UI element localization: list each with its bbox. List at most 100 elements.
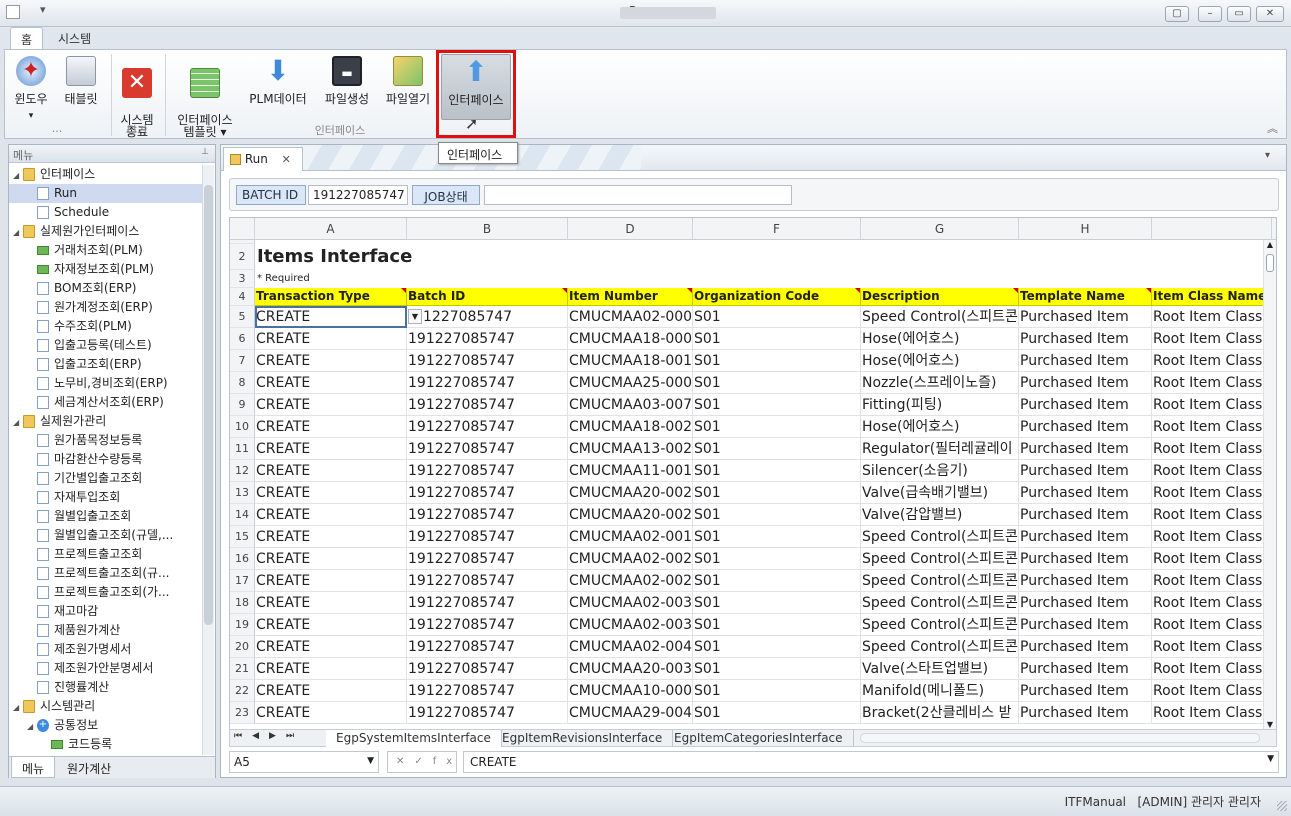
row-header[interactable]: 23: [230, 702, 255, 724]
grid-cell[interactable]: S01: [693, 394, 861, 416]
grid-cell[interactable]: CMUCMAA03-007: [568, 394, 693, 416]
grid-cell[interactable]: CREATE: [255, 548, 407, 570]
grid-cell[interactable]: Purchased Item: [1019, 680, 1152, 702]
grid-cell[interactable]: Hose(에어호스): [861, 328, 1019, 350]
grid-cell[interactable]: CMUCMAA20-002: [568, 482, 693, 504]
grid-cell[interactable]: S01: [693, 592, 861, 614]
grid-cell[interactable]: S01: [693, 548, 861, 570]
tree-item[interactable]: ◢ + 공통정보: [9, 716, 202, 735]
grid-cell[interactable]: Nozzle(스프레이노즐): [861, 372, 1019, 394]
grid-cell[interactable]: Root Item Class: [1152, 526, 1263, 548]
tree-item[interactable]: 거래처조회(PLM): [9, 241, 202, 260]
field-header[interactable]: Item Class Name: [1152, 288, 1263, 306]
interface-template-button[interactable]: 인터페이스 템플릿 ▾: [169, 54, 241, 138]
grid-cell[interactable]: S01: [693, 614, 861, 636]
batch-id-field[interactable]: 191227085747: [308, 185, 408, 205]
grid-cell[interactable]: 191227085747: [407, 526, 568, 548]
scroll-thumb[interactable]: [1266, 254, 1274, 272]
row-header[interactable]: 10: [230, 416, 255, 438]
column-header[interactable]: A: [255, 218, 407, 240]
column-header[interactable]: G: [861, 218, 1019, 240]
tree-scrollbar[interactable]: [202, 165, 214, 755]
grid-cell[interactable]: CREATE: [255, 372, 407, 394]
grid-cell[interactable]: CMUCMAA20-003: [568, 658, 693, 680]
grid-cell[interactable]: CMUCMAA20-002: [568, 504, 693, 526]
grid-cell[interactable]: CMUCMAA02-001: [568, 526, 693, 548]
grid-cell[interactable]: S01: [693, 416, 861, 438]
grid-cell[interactable]: Purchased Item: [1019, 526, 1152, 548]
grid-cell[interactable]: CREATE: [255, 614, 407, 636]
field-header[interactable]: Description: [861, 288, 1019, 306]
tab-home[interactable]: 홈: [10, 27, 44, 49]
row-header[interactable]: 11: [230, 438, 255, 460]
sheet-nav[interactable]: ⏮◀▶⏭: [234, 731, 322, 741]
sheet-tab-items[interactable]: EgpSystemItemsInterface: [326, 730, 502, 747]
grid-cell[interactable]: Speed Control(스피트콘: [861, 614, 1019, 636]
grid-cell[interactable]: Speed Control(스피트콘: [861, 306, 1019, 328]
grid-cell[interactable]: 191227085747: [407, 570, 568, 592]
grid-cell[interactable]: S01: [693, 504, 861, 526]
tab-system[interactable]: 시스템: [48, 27, 101, 49]
grid-cell[interactable]: CREATE: [255, 570, 407, 592]
grid-cell[interactable]: Root Item Class: [1152, 504, 1263, 526]
grid-cell[interactable]: Purchased Item: [1019, 438, 1152, 460]
grid-cell[interactable]: 191227085747: [407, 482, 568, 504]
scroll-down-icon[interactable]: ▼: [1264, 720, 1276, 729]
tree-item[interactable]: 프로젝트출고조회(가...: [9, 583, 202, 602]
close-tab-icon[interactable]: ✕: [282, 153, 291, 166]
grid-cell[interactable]: 191227085747: [407, 504, 568, 526]
cancel-edit-icon[interactable]: ✕: [396, 756, 414, 767]
grid-cell[interactable]: Speed Control(스피트콘: [861, 592, 1019, 614]
row-header[interactable]: 6: [230, 328, 255, 350]
grid-cell[interactable]: 191227085747: [407, 372, 568, 394]
expand-arrow-icon[interactable]: ◢: [13, 223, 23, 241]
sheet-tab-categories[interactable]: EgpItemCategoriesInterface: [664, 730, 854, 747]
select-all-corner[interactable]: [230, 218, 255, 240]
grid-cell[interactable]: 191227085747: [407, 592, 568, 614]
grid-cell[interactable]: CREATE: [255, 504, 407, 526]
grid-cell[interactable]: 191227085747: [407, 350, 568, 372]
grid-cell[interactable]: Root Item Class: [1152, 416, 1263, 438]
grid-cell[interactable]: Root Item Class: [1152, 394, 1263, 416]
grid-cell[interactable]: S01: [693, 306, 861, 328]
first-sheet-icon[interactable]: ⏮: [234, 731, 252, 741]
grid-cell[interactable]: Bracket(2산클레비스 받: [861, 702, 1019, 724]
grid-cell[interactable]: Root Item Class: [1152, 548, 1263, 570]
grid-cell[interactable]: CMUCMAA18-000: [568, 328, 693, 350]
column-header[interactable]: H: [1019, 218, 1152, 240]
grid-cell[interactable]: S01: [693, 658, 861, 680]
expand-arrow-icon[interactable]: ◢: [27, 717, 37, 735]
grid-cell[interactable]: CMUCMAA11-001: [568, 460, 693, 482]
grid-cell[interactable]: Purchased Item: [1019, 548, 1152, 570]
formula-input[interactable]: CREATE ▼: [463, 751, 1279, 773]
tab-cost-calc[interactable]: 원가계산: [57, 757, 121, 778]
grid-cell[interactable]: 191227085747: [407, 680, 568, 702]
tree-item[interactable]: 월별입출고조회: [9, 507, 202, 526]
grid-cell[interactable]: CMUCMAA02-004: [568, 636, 693, 658]
grid-cell[interactable]: 191227085747: [407, 394, 568, 416]
grid-cell[interactable]: CREATE: [255, 460, 407, 482]
active-cell[interactable]: CREATE: [255, 306, 407, 328]
grid-cell[interactable]: 191227085747: [407, 658, 568, 680]
row-header[interactable]: 9: [230, 394, 255, 416]
grid-cell[interactable]: Regulator(필터레귤레이: [861, 438, 1019, 460]
next-sheet-icon[interactable]: ▶: [269, 731, 286, 741]
tree-item[interactable]: Schedule: [9, 203, 202, 222]
grid-cell[interactable]: Speed Control(스피트콘: [861, 526, 1019, 548]
grid-cell[interactable]: Silencer(소음기): [861, 460, 1019, 482]
column-header[interactable]: D: [568, 218, 693, 240]
collapse-ribbon-icon[interactable]: ︽: [1267, 120, 1278, 136]
grid-cell[interactable]: CREATE: [255, 328, 407, 350]
grid-cell[interactable]: Purchased Item: [1019, 658, 1152, 680]
grid-cell[interactable]: 191227085747: [407, 416, 568, 438]
grid-cell[interactable]: CMUCMAA25-000: [568, 372, 693, 394]
resize-grip-icon[interactable]: [1277, 801, 1287, 811]
row-header[interactable]: 8: [230, 372, 255, 394]
field-header[interactable]: Transaction Type: [255, 288, 407, 306]
row-header[interactable]: 15: [230, 526, 255, 548]
grid-cell[interactable]: Hose(에어호스): [861, 416, 1019, 438]
system-exit-button[interactable]: ✕ 시스템 종료: [113, 54, 161, 138]
grid-cell[interactable]: Root Item Class: [1152, 328, 1263, 350]
row-header[interactable]: 16: [230, 548, 255, 570]
name-box[interactable]: A5 ▼: [229, 751, 379, 773]
